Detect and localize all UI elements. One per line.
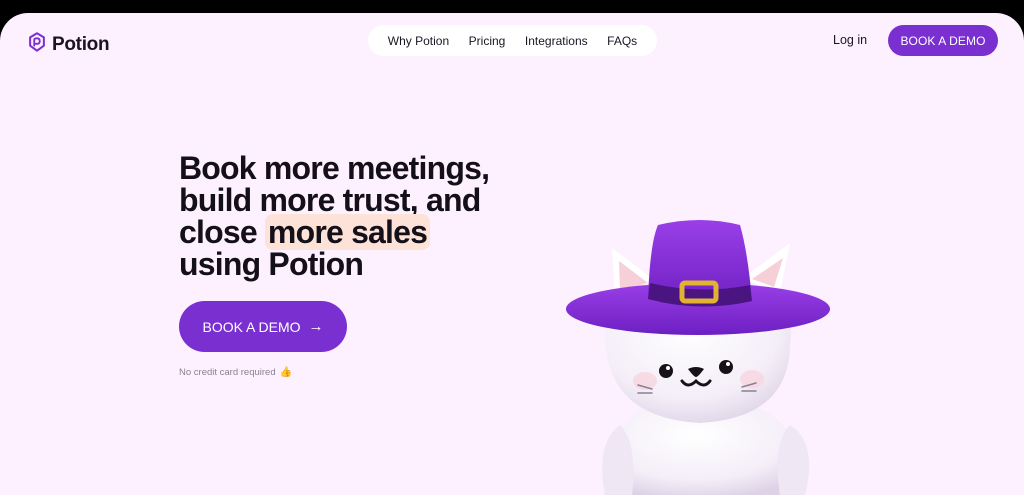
no-credit-card-note: No credit card required 👍 <box>179 367 292 378</box>
brand-logo[interactable]: Potion <box>26 31 110 58</box>
thumbs-up-emoji: 👍 <box>279 367 293 378</box>
headline-line-3: close <box>179 214 265 250</box>
nav-item-pricing[interactable]: Pricing <box>469 34 506 48</box>
nav-item-faqs[interactable]: FAQs <box>607 34 637 48</box>
page: Potion Why Potion Pricing Integrations F… <box>0 13 1024 495</box>
headline-line-4: using Potion <box>179 246 364 282</box>
cat-witch-hat-illustration <box>560 203 840 495</box>
login-link[interactable]: Log in <box>833 33 867 47</box>
potion-logo-icon <box>26 31 48 58</box>
brand-name: Potion <box>52 33 110 55</box>
hero-headline: Book more meetings, build more trust, an… <box>179 152 539 280</box>
main-nav: Why Potion Pricing Integrations FAQs <box>368 25 657 56</box>
book-demo-header-button[interactable]: BOOK A DEMO <box>888 25 998 56</box>
arrow-right-icon: → <box>308 318 324 335</box>
book-demo-hero-button[interactable]: BOOK A DEMO → <box>179 301 347 352</box>
note-text: No credit card required <box>179 367 276 378</box>
headline-line-1: Book more meetings, <box>179 150 490 186</box>
headline-highlight: more sales <box>264 214 431 250</box>
headline-line-2: build more trust, and <box>179 182 481 218</box>
nav-item-integrations[interactable]: Integrations <box>525 34 588 48</box>
nav-item-why-potion[interactable]: Why Potion <box>388 34 449 48</box>
book-demo-hero-label: BOOK A DEMO <box>202 318 301 335</box>
